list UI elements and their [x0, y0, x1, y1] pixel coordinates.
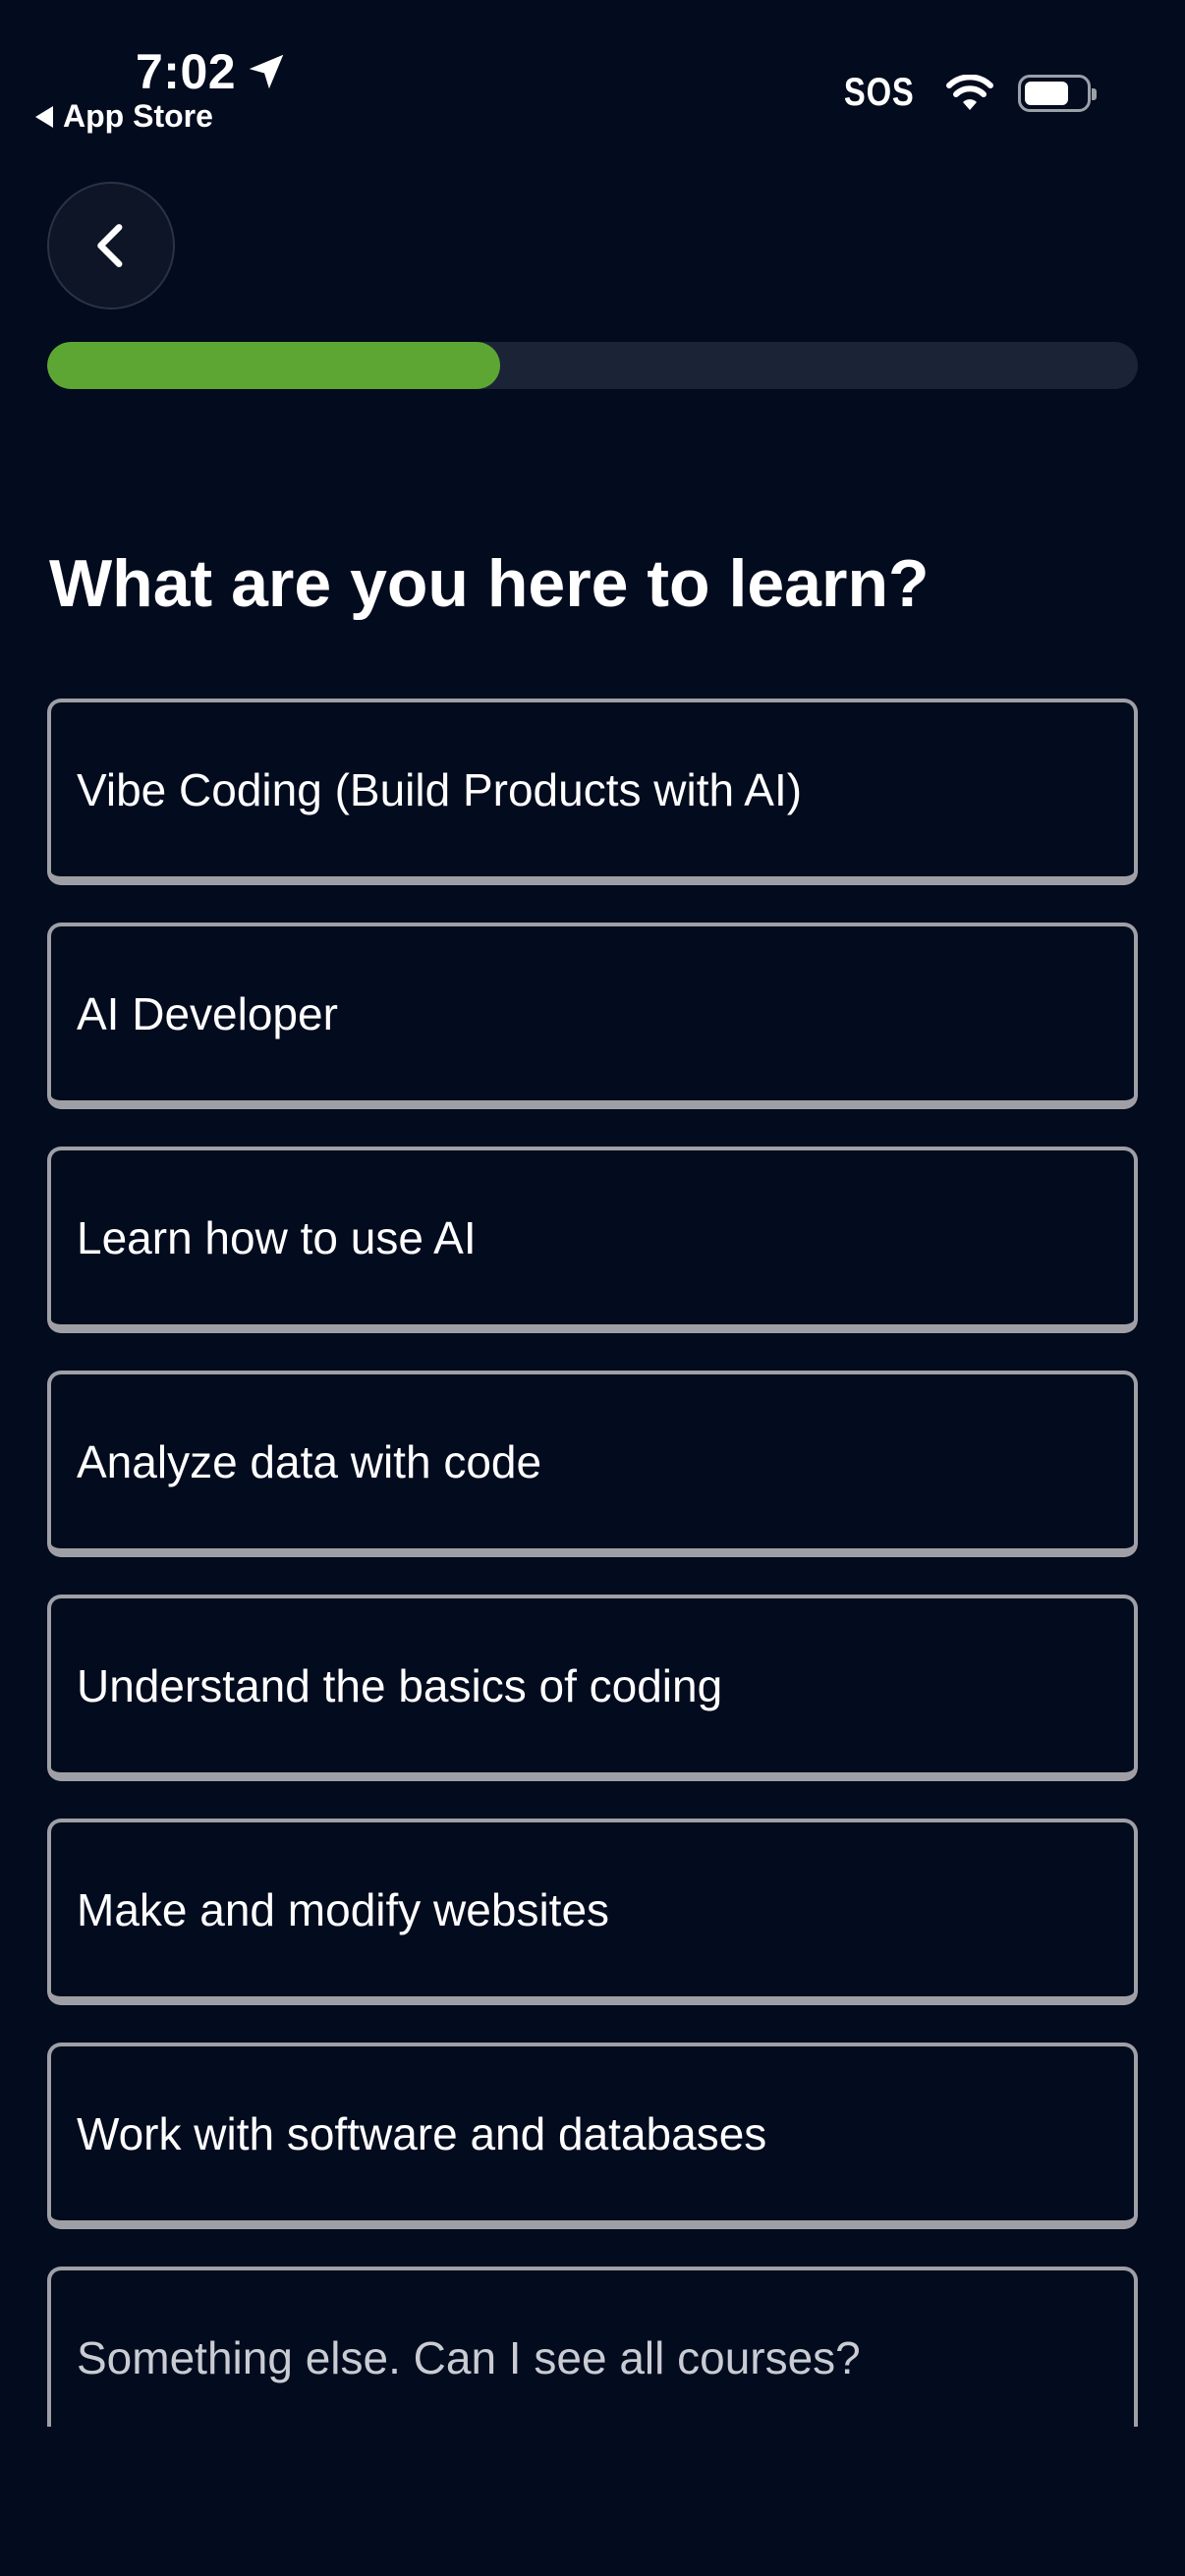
option-something-else[interactable]: Something else. Can I see all courses? — [47, 2267, 1138, 2427]
option-analyze-data[interactable]: Analyze data with code — [47, 1371, 1138, 1557]
option-vibe-coding[interactable]: Vibe Coding (Build Products with AI) — [47, 699, 1138, 885]
time-label: 7:02 — [136, 44, 237, 99]
status-indicators: SOS — [836, 71, 1097, 115]
progress-fill — [47, 342, 500, 389]
battery-icon — [1018, 74, 1097, 112]
back-button[interactable] — [47, 182, 175, 309]
back-to-app-store[interactable]: App Store — [35, 98, 213, 135]
options-list: Vibe Coding (Build Products with AI) AI … — [47, 699, 1138, 2427]
question-title: What are you here to learn? — [49, 546, 930, 621]
option-websites[interactable]: Make and modify websites — [47, 1819, 1138, 2005]
sos-label: SOS — [843, 71, 915, 114]
option-coding-basics[interactable]: Understand the basics of coding — [47, 1595, 1138, 1781]
chevron-left-icon — [97, 224, 123, 267]
option-learn-ai[interactable]: Learn how to use AI — [47, 1147, 1138, 1333]
status-time: 7:02 — [136, 43, 289, 100]
option-ai-developer[interactable]: AI Developer — [47, 923, 1138, 1109]
wifi-icon — [946, 74, 993, 110]
back-triangle-icon — [35, 105, 53, 128]
back-app-label: App Store — [63, 98, 213, 134]
option-software-databases[interactable]: Work with software and databases — [47, 2043, 1138, 2229]
location-arrow-icon — [249, 54, 284, 89]
progress-bar — [47, 342, 1138, 389]
